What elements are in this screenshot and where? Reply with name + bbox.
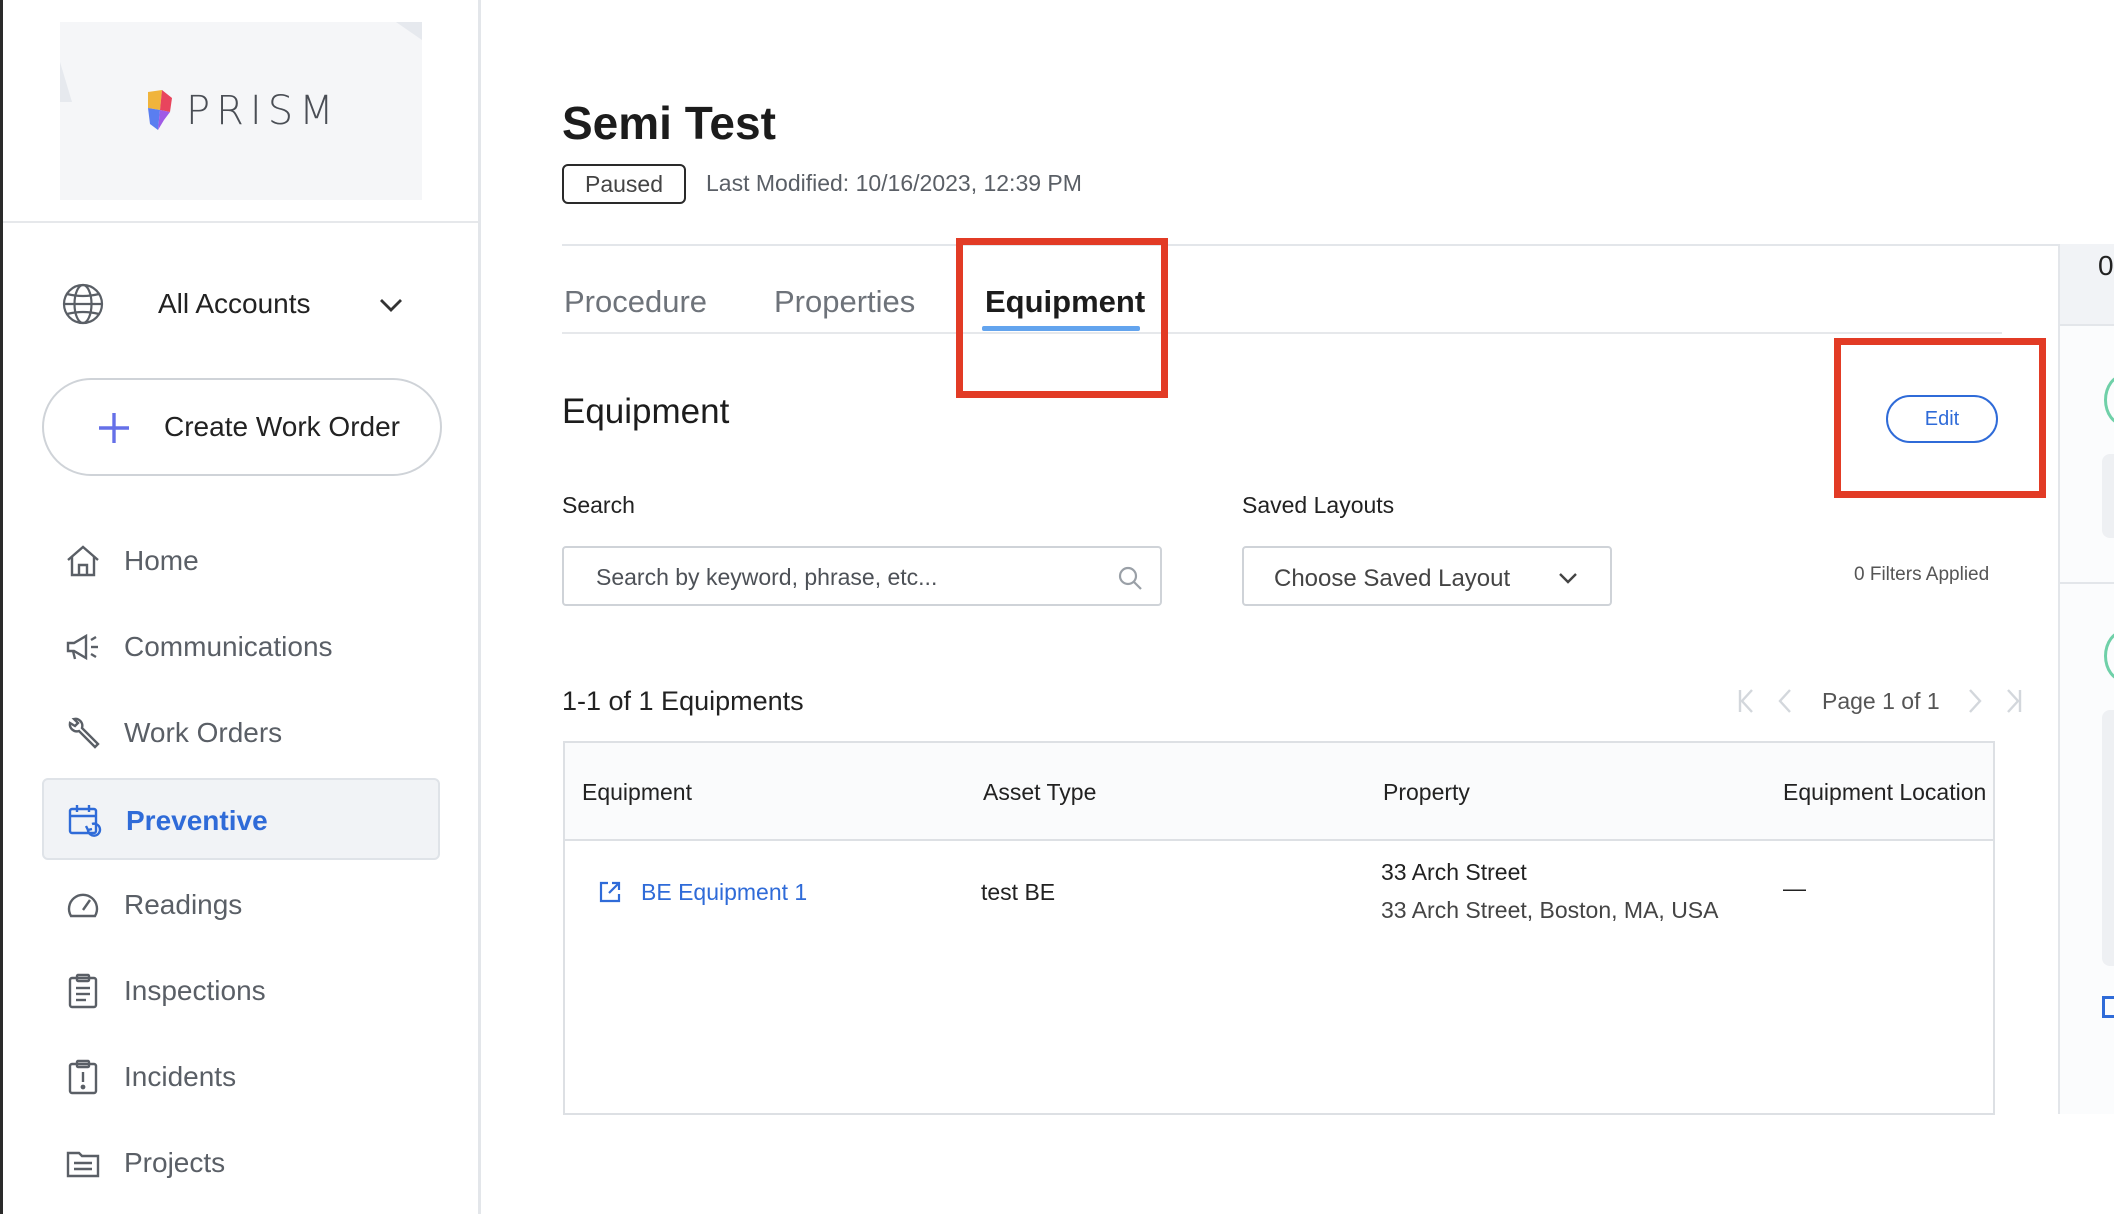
search-icon[interactable]: [1116, 564, 1144, 592]
sidebar-item-preventive[interactable]: Preventive: [42, 778, 440, 860]
property-name-cell: 33 Arch Street: [1381, 859, 1527, 885]
search-label: Search: [562, 492, 635, 518]
asset-type-cell: test BE: [981, 879, 1056, 905]
status-badge: Paused: [562, 164, 686, 204]
next-page-icon[interactable]: [1958, 684, 1992, 718]
equipment-tab-highlight: [956, 238, 1168, 398]
column-header-asset-type[interactable]: Asset Type: [983, 779, 1096, 806]
right-panel-header-text: 0: [2098, 250, 2114, 281]
sidebar-item-work-orders[interactable]: Work Orders: [42, 692, 440, 774]
brand-name: PRISM: [186, 88, 340, 134]
clipboard-icon: [68, 973, 98, 1009]
saved-layouts-label: Saved Layouts: [1242, 492, 1395, 518]
logo[interactable]: PRISM: [60, 22, 422, 200]
sidebar-item-projects[interactable]: Projects: [42, 1122, 440, 1204]
sidebar-item-label: Projects: [124, 1147, 226, 1178]
column-header-property[interactable]: Property: [1383, 779, 1470, 806]
table-header: Equipment Asset Type Property Equipment …: [565, 743, 1993, 841]
create-work-order-button[interactable]: Create Work Order: [42, 378, 442, 476]
results-count: 1-1 of 1 Equipments: [562, 686, 804, 716]
sidebar: PRISM All Accounts Create Work Order Hom…: [0, 0, 481, 1214]
prism-logo-icon: [148, 90, 172, 130]
sidebar-divider: [3, 221, 478, 223]
sidebar-item-home[interactable]: Home: [42, 520, 440, 602]
chevron-down-icon: [1559, 573, 1577, 584]
filters-applied[interactable]: 0 Filters Applied: [1854, 564, 1989, 586]
column-header-equipment-location[interactable]: Equipment Location: [1783, 779, 1986, 806]
panel-divider: [2060, 582, 2114, 584]
sidebar-item-readings[interactable]: Readings: [42, 864, 440, 946]
saved-layout-value: Choose Saved Layout: [1274, 565, 1511, 592]
chevron-down-icon[interactable]: [376, 290, 406, 320]
create-work-order-label: Create Work Order: [164, 411, 400, 442]
sidebar-edge: [0, 0, 3, 1214]
alert-clipboard-icon: [68, 1059, 98, 1095]
account-selector[interactable]: All Accounts: [60, 278, 420, 330]
panel-bar: [2102, 454, 2114, 538]
tab-procedure[interactable]: Procedure: [564, 284, 707, 320]
previous-page-icon[interactable]: [1768, 684, 1802, 718]
search-field[interactable]: [562, 546, 1162, 606]
tabs-divider: [562, 332, 2002, 334]
page-title: Semi Test: [562, 97, 776, 149]
logo-corner: [60, 62, 72, 102]
equipment-table: Equipment Asset Type Property Equipment …: [563, 741, 1995, 1115]
last-page-icon[interactable]: [1992, 684, 2026, 718]
section-title: Equipment: [562, 392, 730, 431]
checkbox-icon[interactable]: [2102, 996, 2114, 1018]
megaphone-icon: [66, 633, 98, 661]
first-page-icon[interactable]: [1734, 684, 1768, 718]
sidebar-item-label: Work Orders: [124, 717, 283, 748]
wrench-icon: [68, 717, 100, 749]
sidebar-item-communications[interactable]: Communications: [42, 606, 440, 688]
account-selector-label: All Accounts: [158, 288, 311, 319]
plus-icon: [99, 413, 129, 443]
equipment-link[interactable]: BE Equipment 1: [641, 879, 807, 906]
gauge-icon: [67, 893, 99, 918]
last-modified: Last Modified: 10/16/2023, 12:39 PM: [706, 170, 1082, 196]
search-input[interactable]: [596, 562, 1096, 592]
sidebar-item-label: Inspections: [124, 975, 266, 1006]
right-panel-header: 0: [2060, 244, 2114, 326]
header-divider: [562, 244, 2058, 246]
panel-bar: [2102, 710, 2114, 966]
logo-corner: [396, 22, 422, 40]
status-ring-icon: [2104, 630, 2114, 682]
page-indicator: Page 1 of 1: [1822, 687, 1940, 714]
sidebar-item-inspections[interactable]: Inspections: [42, 950, 440, 1032]
sidebar-item-label: Incidents: [124, 1061, 237, 1092]
globe-icon: [62, 283, 104, 325]
right-panel: 0: [2058, 244, 2114, 1114]
sidebar-item-label: Communications: [124, 631, 333, 662]
home-icon: [67, 545, 99, 577]
tab-properties[interactable]: Properties: [774, 284, 915, 320]
saved-layout-select[interactable]: Choose Saved Layout: [1242, 546, 1612, 606]
edit-button[interactable]: Edit: [1886, 395, 1998, 443]
sidebar-item-label: Home: [124, 545, 199, 576]
status-ring-icon: [2104, 374, 2114, 426]
property-address-cell: 33 Arch Street, Boston, MA, USA: [1381, 897, 1719, 923]
sidebar-item-incidents[interactable]: Incidents: [42, 1036, 440, 1118]
calendar-refresh-icon: [68, 805, 102, 837]
equipment-location-cell: —: [1783, 875, 1806, 901]
folder-icon: [66, 1151, 100, 1178]
column-header-equipment[interactable]: Equipment: [582, 779, 692, 806]
sidebar-item-label: Preventive: [126, 805, 268, 836]
pagination: Page 1 of 1: [1734, 684, 2026, 718]
sidebar-item-label: Readings: [124, 889, 243, 920]
external-link-icon[interactable]: [597, 879, 623, 905]
